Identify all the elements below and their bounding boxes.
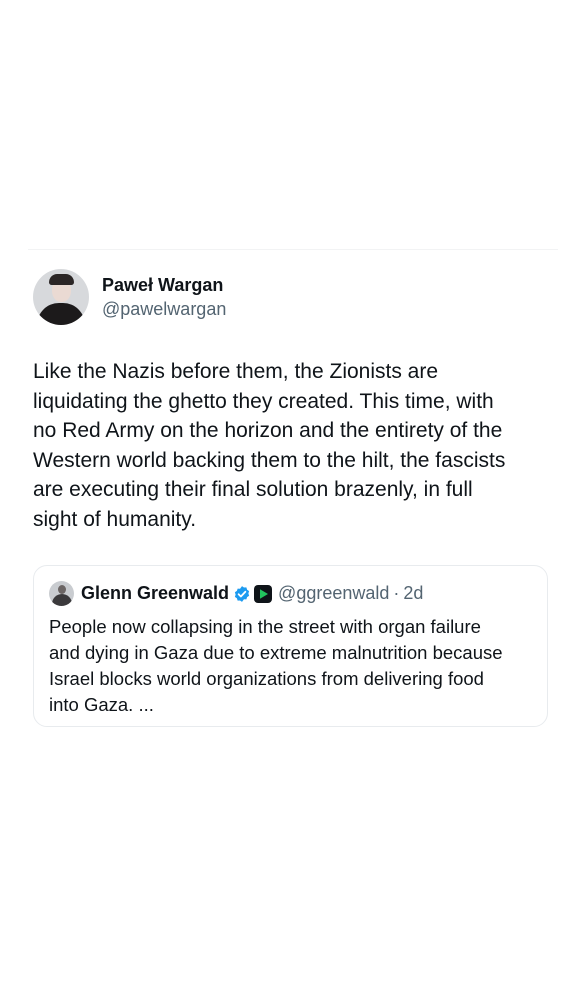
author-avatar[interactable] [33, 269, 89, 325]
quoted-tweet-card[interactable]: Glenn Greenwald @ggreenwald · 2d People … [33, 565, 548, 727]
affiliation-play-icon [254, 584, 273, 603]
author-names: Paweł Wargan @pawelwargan [102, 273, 226, 321]
quoted-author-handle: @ggreenwald [278, 583, 390, 603]
quoted-tweet-header: Glenn Greenwald @ggreenwald · 2d [49, 581, 423, 606]
tweet-author-row[interactable]: Paweł Wargan @pawelwargan [33, 269, 226, 325]
verified-badge-icon [233, 585, 251, 603]
quoted-author-avatar [49, 581, 74, 606]
quoted-author-display-name: Glenn Greenwald [81, 583, 230, 603]
tweet-text: Like the Nazis before them, the Zionists… [33, 360, 506, 531]
quoted-tweet-time[interactable]: 2d [403, 583, 423, 604]
timestamp-separator: · [393, 583, 400, 603]
author-display-name[interactable]: Paweł Wargan [102, 273, 226, 297]
quoted-tweet-text: People now collapsing in the street with… [49, 616, 503, 715]
top-divider [28, 249, 558, 250]
author-handle[interactable]: @pawelwargan [102, 297, 226, 321]
